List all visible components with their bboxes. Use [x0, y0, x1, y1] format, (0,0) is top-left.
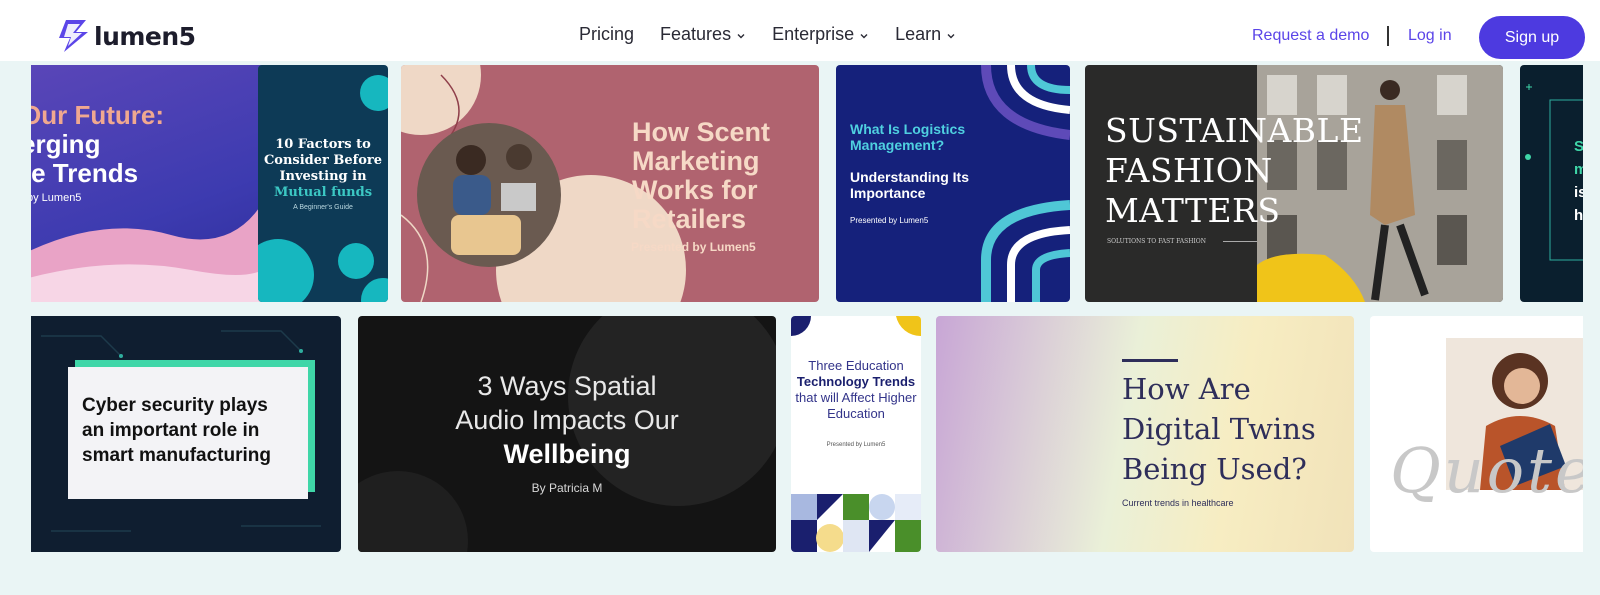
card-title-line-3: re Trends: [31, 158, 139, 188]
card-title-line-1: S: [1574, 138, 1583, 155]
template-card-scent-marketing[interactable]: How Scent Marketing Works for Retailers …: [401, 65, 819, 302]
card-title-line-1: Our Future:: [31, 100, 164, 130]
card-byline: By Patricia M: [531, 481, 603, 495]
quote-watermark: Quote: [1390, 434, 1583, 507]
template-card-future-trends[interactable]: Our Future: erging re Trends by Lumen5: [31, 65, 272, 302]
title-rule: [1122, 359, 1178, 362]
card-title: Our Future: erging re Trends: [31, 101, 164, 188]
signup-button[interactable]: Sign up: [1479, 16, 1585, 59]
chevron-down-icon: [860, 34, 868, 39]
main-menu: Pricing Features Enterprise Learn: [579, 24, 982, 45]
card-byline: Presented by Lumen5: [631, 240, 756, 254]
card-title: 3 Ways Spatial Audio Impacts Our Wellbei…: [358, 369, 776, 471]
card-title-highlight: Wellbeing: [503, 439, 631, 469]
logo[interactable]: lumen5: [56, 18, 196, 54]
menu-learn[interactable]: Learn: [895, 24, 956, 45]
card-byline: Presented by Lumen5: [850, 216, 929, 225]
card-byline: by Lumen5: [31, 192, 82, 204]
card-title-main: 3 Ways Spatial Audio Impacts Our: [455, 371, 679, 435]
login-link[interactable]: Log in: [1408, 27, 1452, 45]
menu-pricing[interactable]: Pricing: [579, 24, 634, 45]
card-title: S m is h: [1574, 135, 1583, 227]
card-title-line-2: erging: [31, 129, 101, 159]
menu-enterprise[interactable]: Enterprise: [772, 24, 869, 45]
card-title-answer: Understanding Its Importance: [850, 169, 970, 201]
template-card-spatial-audio[interactable]: 3 Ways Spatial Audio Impacts Our Wellbei…: [358, 316, 776, 552]
card-title: How Scent Marketing Works for Retailers: [632, 117, 771, 234]
card-title-main: 10 Factors to Consider Before Investing …: [263, 137, 383, 184]
card-title: Three Education Technology Trends that w…: [791, 358, 921, 422]
geometric-decoration: [791, 316, 921, 552]
card-title: How Are Digital Twins Being Used?: [1122, 372, 1316, 486]
template-gallery-row-1: Our Future: erging re Trends by Lumen5 1…: [31, 65, 1583, 302]
top-nav: lumen5 Pricing Features Enterprise Learn…: [0, 0, 1600, 61]
card-title: SUSTAINABLE FASHION MATTERS: [1105, 111, 1364, 230]
card-title-highlight: Mutual funds: [273, 185, 373, 200]
card-subtitle: A Beginner's Guide: [293, 204, 353, 211]
menu-learn-label: Learn: [895, 24, 942, 44]
template-gallery-row-2: Cyber security plays an important role i…: [31, 316, 1583, 552]
template-card-mutual-funds[interactable]: 10 Factors to Consider Before Investing …: [258, 65, 388, 302]
card-byline: Presented by Lumen5: [826, 442, 886, 448]
template-card-logistics[interactable]: What Is Logistics Management? Understand…: [836, 65, 1070, 302]
menu-features-label: Features: [660, 24, 732, 44]
card-title-part-2: Technology Trends: [796, 374, 916, 389]
card-title-line-3: is: [1574, 184, 1583, 201]
logo-text: lumen5: [94, 21, 196, 51]
card-title: 10 Factors to Consider Before Investing …: [258, 137, 388, 201]
card-subtitle: SOLUTIONS TO FAST FASHION: [1107, 238, 1206, 245]
template-card-cyber-security[interactable]: Cyber security plays an important role i…: [31, 316, 341, 552]
card-title-part-3: that will Affect Higher Education: [795, 390, 917, 421]
subtitle-rule: [1223, 241, 1257, 242]
template-card-quote[interactable]: Quote: [1370, 316, 1583, 552]
template-card-education-tech[interactable]: Three Education Technology Trends that w…: [791, 316, 921, 552]
template-card-digital-twins[interactable]: How Are Digital Twins Being Used? Curren…: [936, 316, 1354, 552]
request-demo-link[interactable]: Request a demo: [1252, 27, 1369, 45]
card-title-part-1: Three Education: [808, 358, 904, 373]
card-title-line-2: m: [1574, 161, 1583, 178]
template-card-sustainable-fashion[interactable]: SUSTAINABLE FASHION MATTERS SOLUTIONS TO…: [1085, 65, 1503, 302]
card-subtitle: Current trends in healthcare: [1122, 498, 1234, 508]
nav-divider: [1387, 26, 1389, 46]
menu-pricing-label: Pricing: [579, 24, 635, 44]
menu-enterprise-label: Enterprise: [772, 24, 855, 44]
lumen5-logo-icon: [59, 20, 88, 52]
card-title: Cyber security plays an important role i…: [82, 395, 271, 466]
chevron-down-icon: [947, 34, 955, 39]
card-title-question: What Is Logistics Management?: [850, 121, 966, 153]
chevron-down-icon: [737, 34, 745, 39]
template-card-partial[interactable]: S m is h: [1520, 65, 1583, 302]
menu-features[interactable]: Features: [660, 24, 746, 45]
card-title-line-4: h: [1574, 207, 1583, 224]
